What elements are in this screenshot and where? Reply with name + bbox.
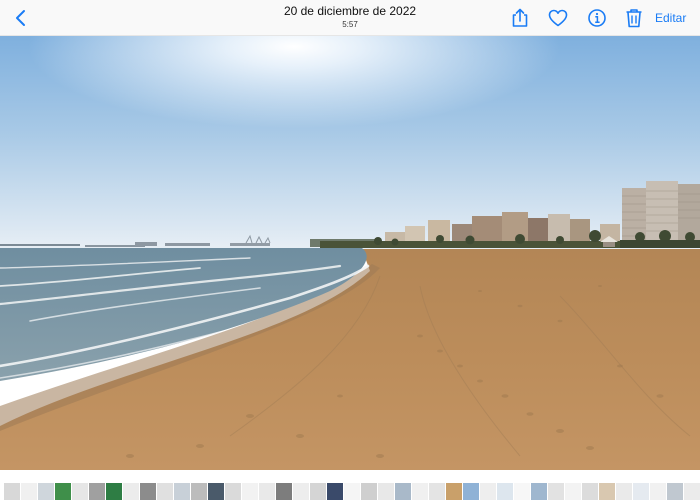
photo-thumbnail[interactable] (310, 483, 326, 500)
edit-button[interactable]: Editar (655, 11, 686, 25)
share-icon[interactable] (509, 7, 531, 29)
beach-photo (0, 36, 700, 470)
heart-icon[interactable] (547, 7, 569, 29)
photo-thumbnail[interactable] (208, 483, 224, 500)
photo-thumbnail[interactable] (242, 483, 258, 500)
photo-thumbnail[interactable] (429, 483, 445, 500)
photo-thumbnail[interactable] (191, 483, 207, 500)
photo-thumbnail[interactable] (157, 483, 173, 500)
trash-icon[interactable] (623, 7, 645, 29)
photo-thumbnail[interactable] (259, 483, 275, 500)
photo-thumbnail[interactable] (514, 483, 530, 500)
photo-date: 20 de diciembre de 2022 (283, 4, 417, 18)
photo-thumbnail[interactable] (55, 483, 71, 500)
photo-thumbnail[interactable] (531, 483, 547, 500)
back-chevron-icon[interactable] (10, 7, 32, 29)
photo-title: 20 de diciembre de 2022 5:57 (250, 4, 450, 30)
photo-thumbnail[interactable] (497, 483, 513, 500)
photo-thumbnail[interactable] (38, 483, 54, 500)
photo-thumbnail[interactable] (412, 483, 428, 500)
photo-thumbnail[interactable] (276, 483, 292, 500)
photo-thumbnail[interactable] (616, 483, 632, 500)
photo-thumbnail[interactable] (684, 483, 700, 500)
thumbnail-filmstrip[interactable] (0, 470, 700, 500)
photo-thumbnail[interactable] (446, 483, 462, 500)
photo-thumbnail[interactable] (463, 483, 479, 500)
photo-thumbnail[interactable] (378, 483, 394, 500)
photo-thumbnail[interactable] (650, 483, 666, 500)
photo-thumbnail[interactable] (667, 483, 683, 500)
thumbnail-list (4, 483, 700, 500)
photo-thumbnail[interactable] (565, 483, 581, 500)
photo-thumbnail[interactable] (21, 483, 37, 500)
photo-thumbnail[interactable] (582, 483, 598, 500)
photo-thumbnail[interactable] (480, 483, 496, 500)
photo-viewer[interactable] (0, 36, 700, 470)
navigation-bar: 20 de diciembre de 2022 5:57 Editar (0, 0, 700, 36)
photo-thumbnail[interactable] (225, 483, 241, 500)
photo-thumbnail[interactable] (140, 483, 156, 500)
photo-thumbnail[interactable] (361, 483, 377, 500)
photo-time: 5:57 (342, 20, 358, 29)
photo-thumbnail[interactable] (395, 483, 411, 500)
photo-thumbnail[interactable] (4, 483, 20, 500)
photo-thumbnail[interactable] (344, 483, 360, 500)
photo-thumbnail[interactable] (106, 483, 122, 500)
photo-thumbnail[interactable] (293, 483, 309, 500)
info-icon[interactable] (586, 7, 608, 29)
photo-thumbnail[interactable] (548, 483, 564, 500)
photo-thumbnail[interactable] (174, 483, 190, 500)
photo-thumbnail[interactable] (123, 483, 139, 500)
photo-thumbnail[interactable] (327, 483, 343, 500)
photo-thumbnail[interactable] (89, 483, 105, 500)
photo-thumbnail[interactable] (599, 483, 615, 500)
photo-thumbnail[interactable] (633, 483, 649, 500)
photo-thumbnail[interactable] (72, 483, 88, 500)
